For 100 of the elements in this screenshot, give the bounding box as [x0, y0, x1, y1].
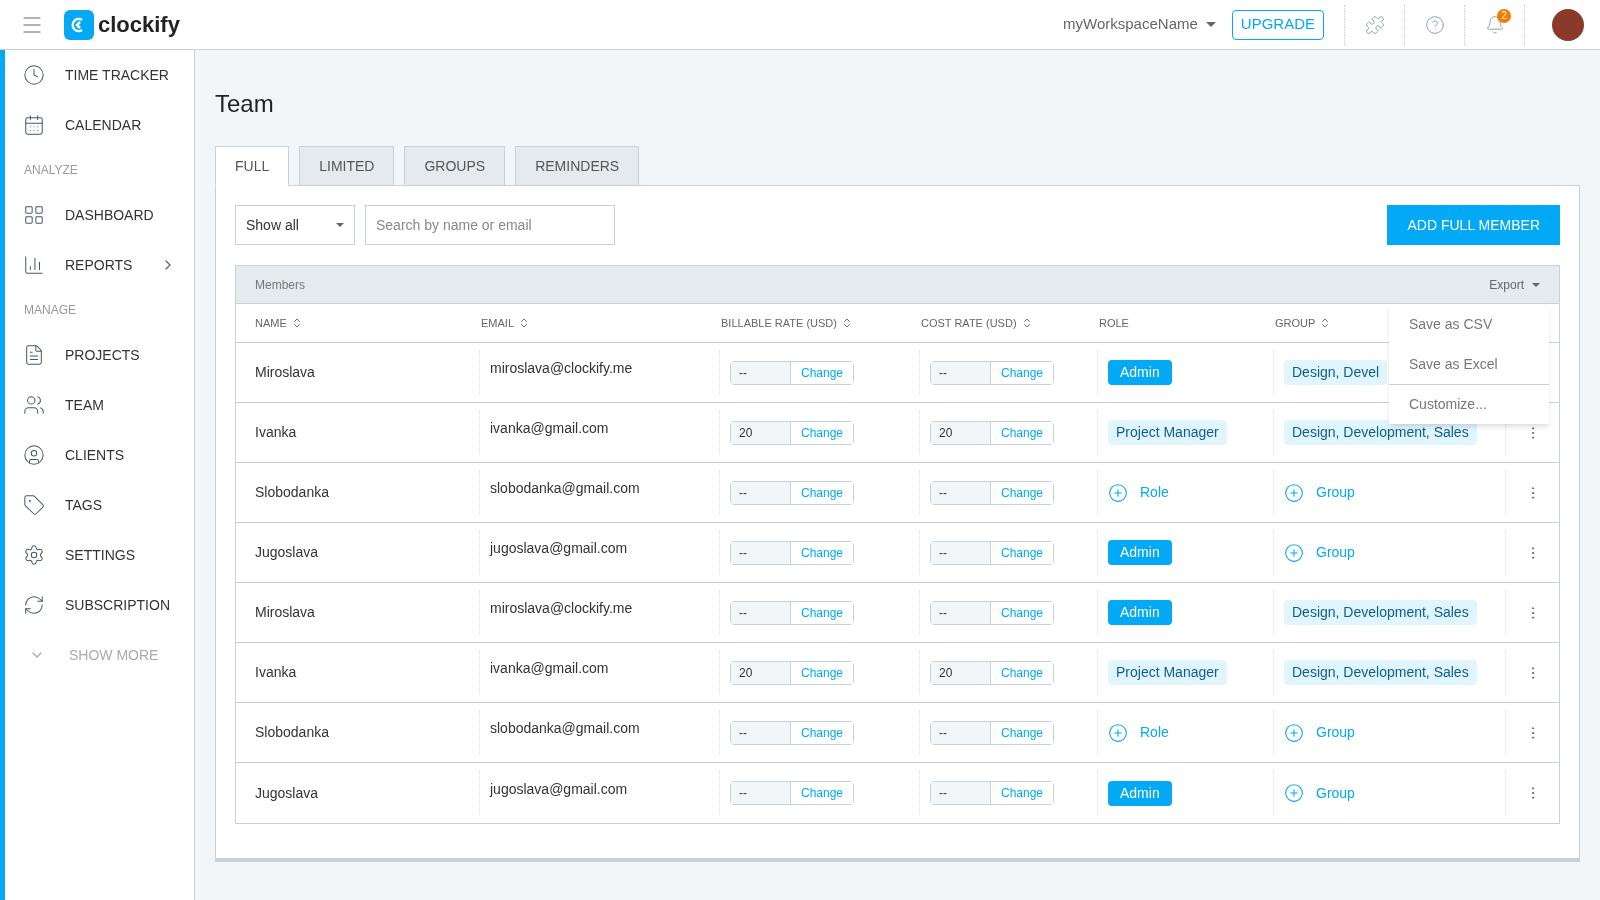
rate-field[interactable]: -- Change: [930, 540, 1054, 565]
rate-value: --: [731, 361, 791, 384]
sidebar-item[interactable]: CALENDAR: [5, 100, 194, 150]
rate-value: --: [931, 361, 991, 384]
sidebar-item[interactable]: SUBSCRIPTION: [5, 580, 194, 630]
sidebar-item[interactable]: TEAM: [5, 380, 194, 430]
member-email: jugoslava@gmail.com: [490, 539, 628, 558]
role-badge[interactable]: Project Manager: [1108, 660, 1227, 685]
rate-value: --: [731, 541, 791, 564]
sidebar-item[interactable]: CLIENTS: [5, 430, 194, 480]
sidebar-label: CLIENTS: [65, 445, 126, 465]
column-header[interactable]: NAME: [255, 314, 303, 332]
grid-icon: [23, 204, 45, 226]
sidebar-item[interactable]: SETTINGS: [5, 530, 194, 580]
page-title: Team: [215, 89, 275, 119]
member-email: slobodanka@gmail.com: [490, 479, 640, 498]
sidebar-label: DASHBOARD: [65, 205, 155, 225]
rate-field[interactable]: -- Change: [730, 600, 854, 625]
sidebar-item[interactable]: DASHBOARD: [5, 190, 194, 240]
member-name: Jugoslava: [255, 544, 319, 560]
group-tag[interactable]: Design, Development, Sales: [1284, 660, 1477, 685]
group-tag[interactable]: Design, Development, Sales: [1284, 420, 1477, 445]
rate-field[interactable]: -- Change: [730, 480, 854, 505]
people-icon: [23, 394, 45, 416]
rate-value: 20: [731, 421, 791, 444]
tab[interactable]: REMINDERS: [515, 146, 640, 186]
plus-circle-icon: [1284, 722, 1304, 743]
rate-value: --: [731, 481, 791, 504]
rate-value: --: [931, 601, 991, 624]
member-name: Slobodanka: [255, 724, 329, 740]
rate-field[interactable]: -- Change: [930, 600, 1054, 625]
export-dropdown[interactable]: Export: [1489, 275, 1540, 294]
plus-circle-icon: [1284, 542, 1304, 563]
tag-icon: [23, 494, 45, 516]
rate-field[interactable]: -- Change: [730, 360, 854, 385]
sidebar-item[interactable]: TAGS: [5, 480, 194, 530]
menu-item[interactable]: Customize...: [1389, 384, 1549, 424]
rate-field[interactable]: -- Change: [730, 720, 854, 745]
rate-field[interactable]: -- Change: [930, 781, 1054, 805]
clock-icon: [23, 64, 45, 86]
sidebar-label: CALENDAR: [65, 115, 143, 135]
sidebar-label: TIME TRACKER: [65, 65, 170, 85]
rate-field[interactable]: -- Change: [930, 720, 1054, 745]
workspace-dropdown[interactable]: myWorkspaceName: [1063, 13, 1216, 36]
rate-field[interactable]: -- Change: [730, 540, 854, 565]
help-icon[interactable]: [1424, 14, 1445, 35]
rate-value: 20: [731, 661, 791, 684]
rate-field[interactable]: 20 Change: [930, 660, 1054, 685]
table-title: Members: [255, 276, 305, 294]
member-email: miroslava@clockify.me: [490, 359, 633, 378]
caret-icon: [1205, 22, 1216, 27]
rate-field[interactable]: -- Change: [730, 781, 854, 805]
tab[interactable]: GROUPS: [404, 146, 506, 186]
rate-value: --: [931, 782, 991, 804]
group-tag[interactable]: Design, Development, Sales: [1284, 600, 1477, 625]
rate-field[interactable]: -- Change: [930, 360, 1054, 385]
menu-item[interactable]: Save as CSV: [1389, 304, 1549, 344]
sort-icon[interactable]: [518, 317, 530, 329]
column-header[interactable]: BILLABLE RATE (USD): [721, 314, 853, 332]
rate-field[interactable]: 20 Change: [730, 420, 854, 445]
calendar-icon: [23, 114, 45, 136]
member-email: slobodanka@gmail.com: [490, 719, 640, 738]
member-email: ivanka@gmail.com: [490, 659, 609, 678]
sidebar-item[interactable]: REPORTS: [5, 240, 194, 290]
caret-icon: [336, 223, 344, 227]
member-email: miroslava@clockify.me: [490, 599, 633, 618]
person-circle-icon: [23, 444, 45, 466]
tab[interactable]: FULL: [215, 146, 290, 186]
rate-value: 20: [931, 661, 991, 684]
menu-item[interactable]: Save as Excel: [1389, 344, 1549, 384]
bar-chart-icon: [23, 254, 45, 276]
sidebar-item[interactable]: PROJECTS: [5, 330, 194, 380]
sidebar-label: SUBSCRIPTION: [65, 595, 171, 615]
notification-badge: 2: [1497, 8, 1511, 23]
rate-field[interactable]: 20 Change: [730, 660, 854, 685]
puzzle-icon[interactable]: [1364, 14, 1385, 35]
rate-field[interactable]: 20 Change: [930, 420, 1054, 445]
search-field[interactable]: Search by name or email: [365, 205, 615, 245]
column-header[interactable]: ROLE: [1099, 314, 1129, 332]
plus-circle-icon: [1284, 783, 1304, 803]
rate-value: --: [931, 481, 991, 504]
logo-icon: [64, 9, 94, 40]
group-tag[interactable]: Design, Devel: [1284, 360, 1388, 385]
avatar[interactable]: [1552, 8, 1584, 41]
filter-dropdown[interactable]: Show all: [235, 205, 355, 245]
rate-value: --: [731, 601, 791, 624]
rate-value: 20: [931, 421, 991, 444]
document-icon: [23, 344, 45, 366]
rate-field[interactable]: -- Change: [930, 480, 1054, 505]
member-email: ivanka@gmail.com: [490, 419, 609, 438]
section-label: MANAGE: [23, 302, 77, 319]
column-header[interactable]: COST RATE (USD): [921, 314, 1033, 332]
column-header[interactable]: GROUP: [1275, 314, 1332, 332]
tab[interactable]: LIMITED: [299, 146, 395, 186]
member-name: Slobodanka: [255, 484, 329, 500]
sidebar-item[interactable]: TIME TRACKER: [5, 50, 194, 100]
member-name: Ivanka: [255, 424, 297, 440]
column-header[interactable]: EMAIL: [481, 314, 530, 332]
role-badge[interactable]: Project Manager: [1108, 420, 1227, 445]
plus-circle-icon: [1108, 722, 1128, 743]
